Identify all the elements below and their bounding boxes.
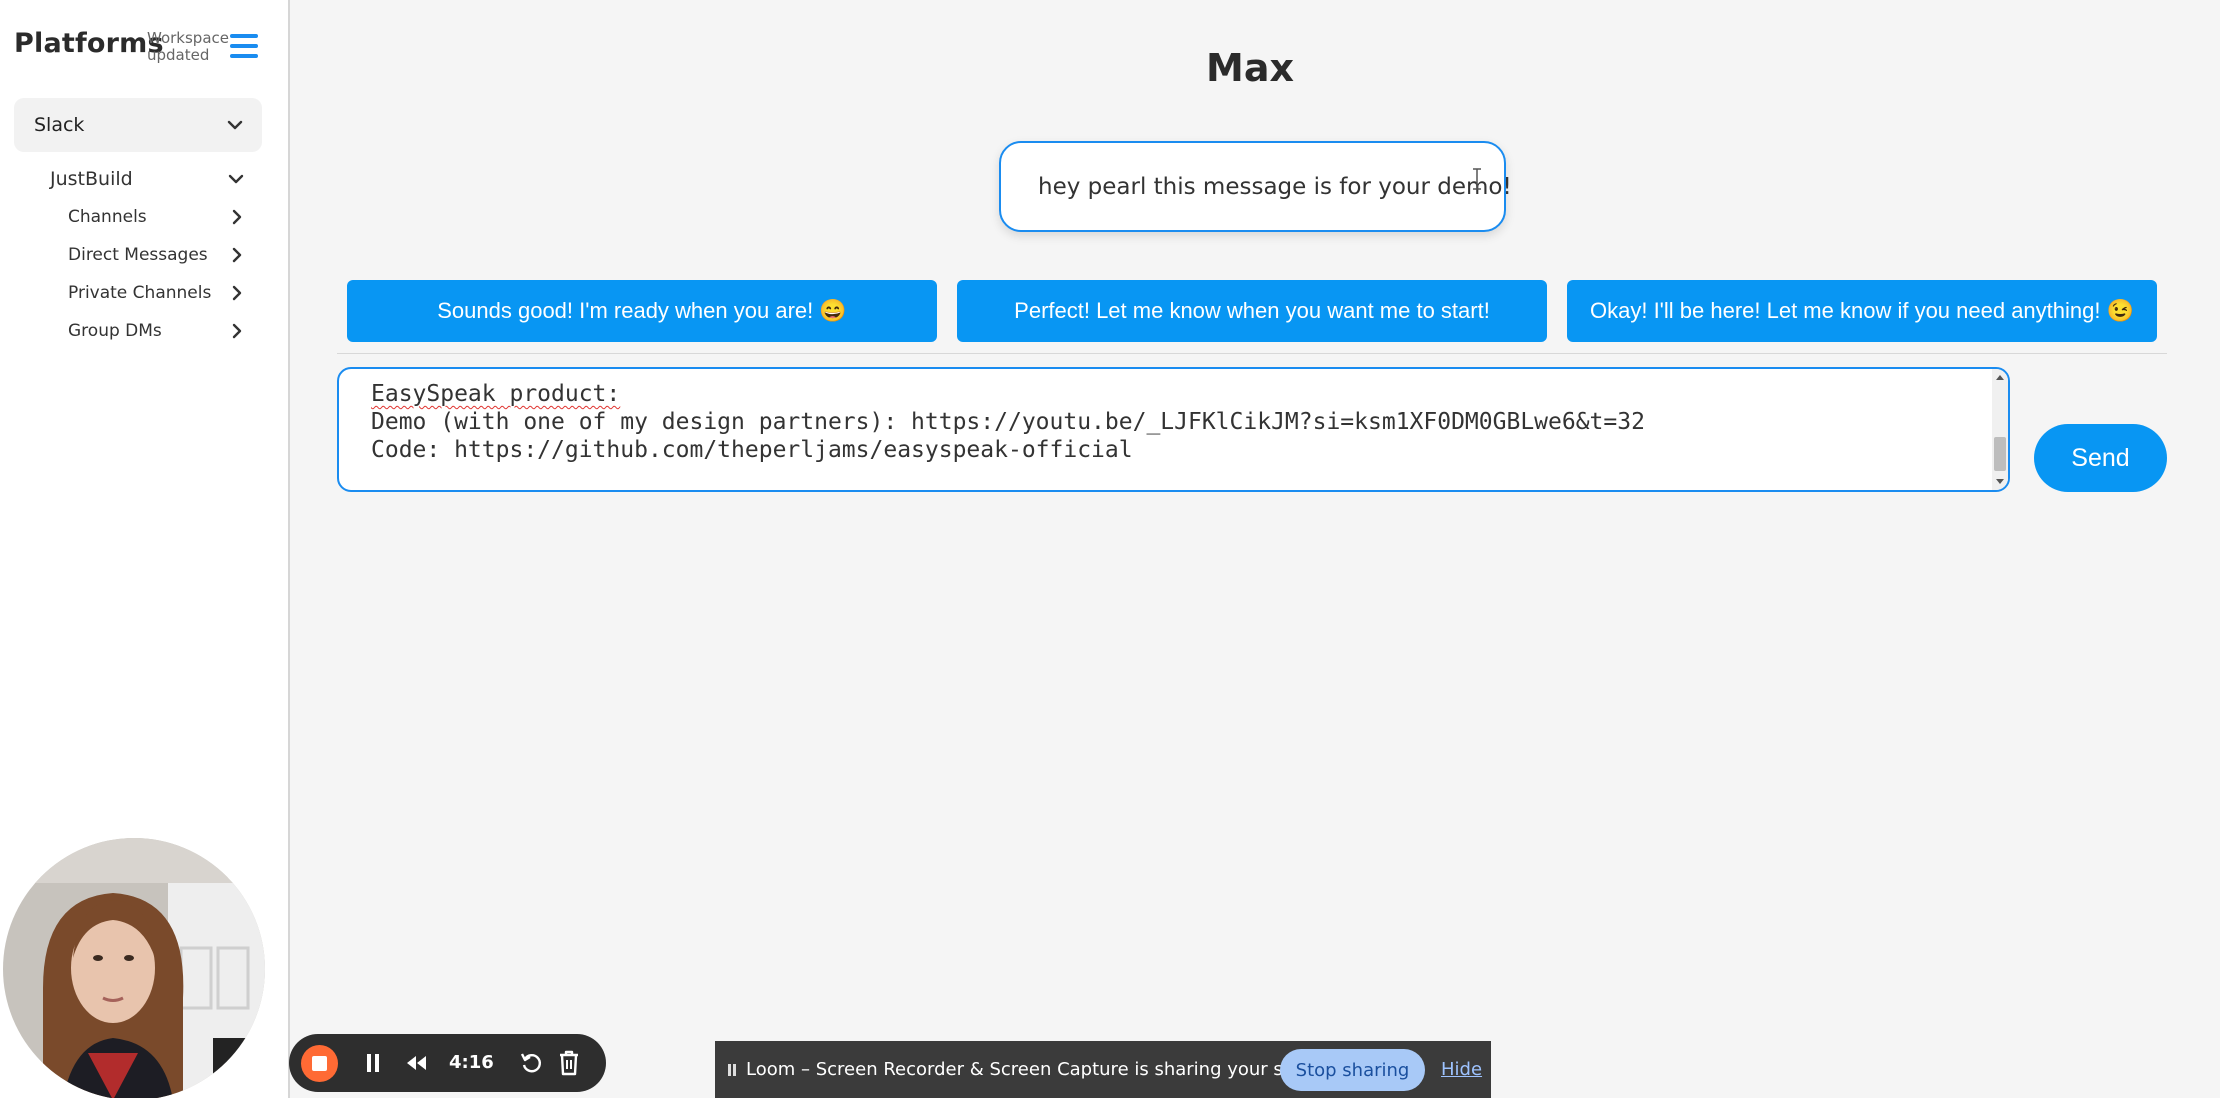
platform-dropdown[interactable]: Slack: [14, 98, 262, 152]
sidebar-item-label: Group DMs: [68, 321, 162, 341]
divider: [337, 353, 2167, 354]
workspace-status: Workspace updated: [147, 29, 229, 64]
trash-icon[interactable]: [558, 1050, 580, 1080]
suggestion-button-2[interactable]: Perfect! Let me know when you want me to…: [957, 280, 1547, 342]
sidebar-item-group-dms[interactable]: Group DMs: [68, 321, 248, 349]
platform-label: Slack: [34, 114, 85, 136]
sharing-pause-icon: [728, 1064, 736, 1076]
stop-sharing-button[interactable]: Stop sharing: [1280, 1049, 1425, 1091]
hamburger-menu-icon[interactable]: [230, 34, 258, 58]
chevron-right-icon: [228, 284, 246, 302]
compose-line-2: Demo (with one of my design partners): h…: [371, 409, 1645, 435]
pause-icon[interactable]: [365, 1053, 381, 1077]
incoming-message-text: hey pearl this message is for your demo!: [1038, 174, 1512, 200]
sharing-message: Loom – Screen Recorder & Screen Capture …: [746, 1059, 1339, 1080]
sidebar-item-label: Private Channels: [68, 283, 212, 303]
compose-line-1: EasySpeak product:: [371, 381, 620, 407]
restart-icon[interactable]: [519, 1051, 543, 1079]
send-button[interactable]: Send: [2034, 424, 2167, 492]
workspace-item-justbuild[interactable]: JustBuild: [50, 168, 250, 198]
sidebar-item-private-channels[interactable]: Private Channels: [68, 283, 248, 311]
chevron-right-icon: [228, 208, 246, 226]
suggestion-button-1[interactable]: Sounds good! I'm ready when you are! 😄: [347, 280, 937, 342]
sidebar-item-label: Direct Messages: [68, 245, 208, 265]
workspace-label: JustBuild: [50, 168, 133, 190]
rewind-icon[interactable]: [405, 1054, 427, 1076]
chevron-right-icon: [228, 246, 246, 264]
incoming-message-bubble: hey pearl this message is for your demo!: [999, 141, 1512, 232]
sidebar-item-direct-messages[interactable]: Direct Messages: [68, 245, 248, 273]
scroll-up-arrow-icon[interactable]: [1995, 373, 2005, 381]
chevron-down-icon: [226, 116, 244, 134]
compose-scrollbar[interactable]: [1992, 369, 2008, 490]
chevron-right-icon: [228, 322, 246, 340]
conversation-title: Max: [1206, 46, 1294, 90]
suggestion-button-3[interactable]: Okay! I'll be here! Let me know if you n…: [1567, 280, 2157, 342]
spellcheck-word: EasySpeak product:: [371, 381, 621, 407]
scrollbar-thumb[interactable]: [1994, 437, 2006, 471]
webcam-bubble: [3, 838, 265, 1098]
screen-sharing-bar: Loom – Screen Recorder & Screen Capture …: [715, 1041, 1491, 1098]
sidebar-item-channels[interactable]: Channels: [68, 207, 248, 235]
sidebar-item-label: Channels: [68, 207, 147, 227]
scroll-down-arrow-icon[interactable]: [1995, 478, 2005, 486]
text-cursor-icon: [1472, 168, 1482, 190]
stop-recording-button[interactable]: [301, 1045, 338, 1082]
hide-link[interactable]: Hide: [1441, 1059, 1482, 1080]
webcam-video: [3, 838, 265, 1098]
recording-timer: 4:16: [449, 1052, 494, 1073]
app-brand: Platforms: [14, 28, 164, 59]
chevron-down-icon: [227, 170, 245, 188]
loom-recording-controls: 4:16: [289, 1034, 606, 1092]
message-compose-field[interactable]: EasySpeak product: Demo (with one of my …: [337, 367, 2010, 492]
compose-line-3: Code: https://github.com/theperljams/eas…: [371, 437, 1133, 463]
